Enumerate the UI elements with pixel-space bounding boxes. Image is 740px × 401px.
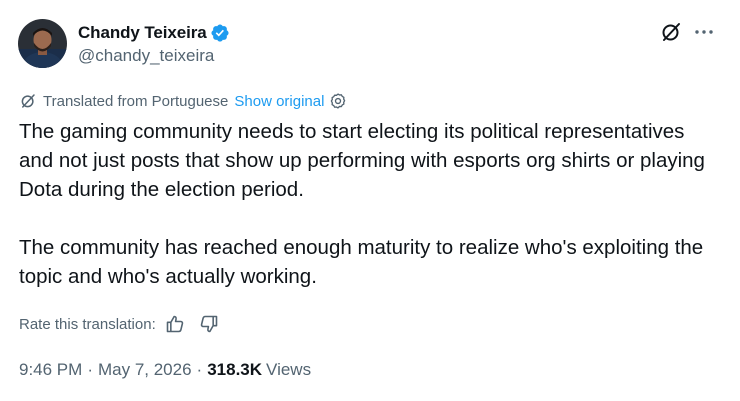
author-name-row: Chandy Teixeira — [78, 21, 230, 45]
meta-separator: · — [196, 360, 203, 379]
translate-icon — [19, 92, 37, 110]
tweet-paragraph: The community has reached enough maturit… — [19, 236, 704, 288]
rate-translation-label: Rate this translation: — [19, 315, 156, 333]
tweet-meta: 9:46 PM · May 7, 2026 · 318.3K Views — [19, 359, 311, 381]
author-handle[interactable]: @chandy_teixeira — [78, 46, 214, 66]
author-display-name[interactable]: Chandy Teixeira — [78, 23, 207, 43]
translation-bar: Translated from Portuguese Show original — [19, 91, 347, 111]
show-original-link[interactable]: Show original — [234, 93, 324, 110]
more-icon[interactable] — [692, 22, 716, 42]
avatar-image — [18, 19, 67, 68]
verified-badge-icon — [210, 23, 230, 43]
translated-notice: Translated from Portuguese — [43, 92, 229, 110]
views-label: Views — [266, 360, 312, 379]
rate-translation-row: Rate this translation: — [19, 313, 219, 335]
thumbs-down-icon[interactable] — [199, 314, 219, 334]
avatar[interactable] — [18, 19, 67, 68]
tweet-paragraph: The gaming community needs to start elec… — [19, 120, 705, 201]
tweet-time[interactable]: 9:46 PM — [19, 360, 82, 380]
thumbs-up-icon[interactable] — [165, 314, 185, 334]
tweet-text: The gaming community needs to start elec… — [19, 117, 719, 291]
tweet-date[interactable]: May 7, 2026 — [98, 360, 192, 380]
meta-separator: · — [87, 360, 93, 379]
views-count: 318.3K — [207, 360, 263, 379]
tweet-card: Chandy Teixeira @chandy_teixeira Transla… — [0, 0, 740, 401]
settings-icon[interactable] — [329, 92, 347, 110]
grok-icon[interactable] — [659, 20, 683, 44]
